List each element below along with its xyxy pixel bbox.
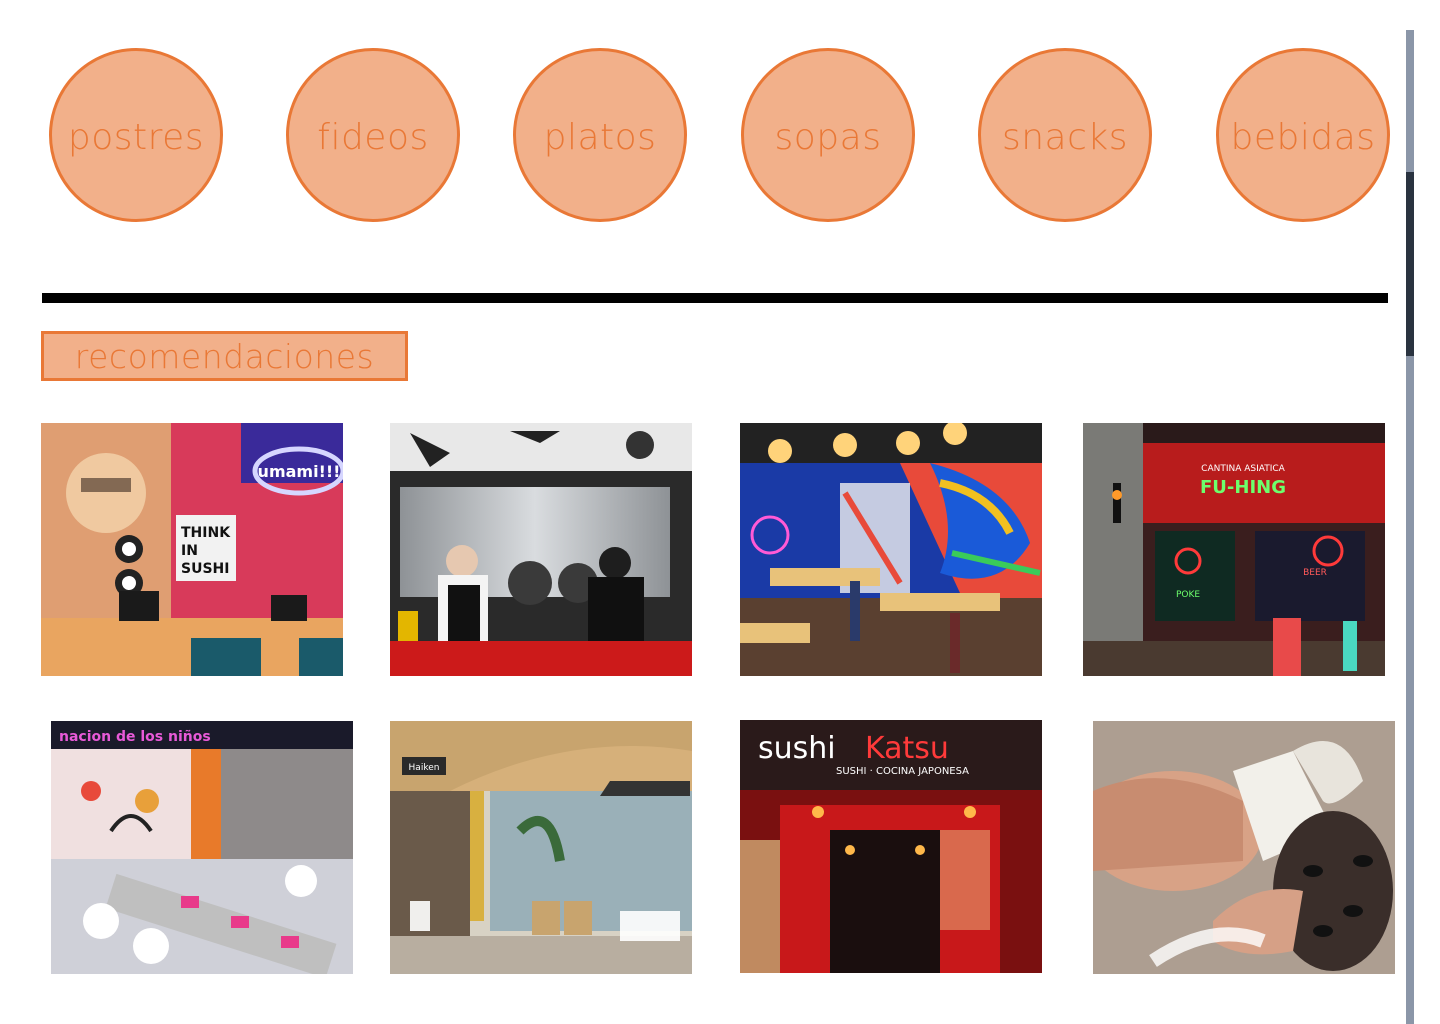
- open-kitchen-chefs-photo[interactable]: [390, 423, 692, 676]
- recommendations-title: recomendaciones: [74, 336, 375, 376]
- category-fideos-button[interactable]: fideos: [286, 48, 460, 222]
- umami-sushi-mural-photo[interactable]: umami!!! THINK IN SUSHI: [41, 423, 343, 676]
- page: postres fideos platos sopas snacks bebid…: [0, 0, 1440, 1024]
- category-bebidas-button[interactable]: bebidas: [1216, 48, 1390, 222]
- category-snacks-button[interactable]: snacks: [978, 48, 1152, 222]
- ice-cream-cone-photo[interactable]: [1093, 721, 1395, 974]
- svg-text:FU-HING: FU-HING: [1200, 477, 1286, 498]
- sushi-katsu-storefront-photo[interactable]: sushi Katsu SUSHI · COCINA JAPONESA: [740, 720, 1042, 973]
- umami-sushi-mural-image: umami!!! THINK IN SUSHI: [41, 423, 343, 676]
- nacion-de-los-ninos-dining-photo[interactable]: nacion de los niños: [51, 721, 353, 974]
- category-label: platos: [543, 116, 657, 158]
- svg-text:POKE: POKE: [1176, 590, 1200, 600]
- svg-text:CANTINA ASIATICA: CANTINA ASIATICA: [1201, 464, 1285, 474]
- svg-text:Haiken: Haiken: [409, 763, 440, 773]
- recommendations-heading: recomendaciones: [41, 331, 408, 381]
- haiken-restaurant-patio-image: Haiken: [390, 721, 692, 974]
- svg-text:BEER: BEER: [1303, 568, 1327, 578]
- category-platos-button[interactable]: platos: [513, 48, 687, 222]
- svg-text:SUSHI · COCINA JAPONESA: SUSHI · COCINA JAPONESA: [836, 766, 969, 777]
- category-sopas-button[interactable]: sopas: [741, 48, 915, 222]
- sushi-katsu-storefront-image: sushi Katsu SUSHI · COCINA JAPONESA: [740, 720, 1042, 973]
- scrollbar-thumb[interactable]: [1406, 172, 1414, 356]
- fu-hing-cantina-storefront-photo[interactable]: CANTINA ASIATICA FU-HING POKE BEER: [1083, 423, 1385, 676]
- svg-text:nacion de los niños: nacion de los niños: [59, 729, 211, 745]
- svg-text:umami!!!: umami!!!: [258, 462, 341, 481]
- svg-text:sushi: sushi: [758, 731, 836, 766]
- category-label: postres: [67, 116, 205, 158]
- haiken-restaurant-patio-photo[interactable]: Haiken: [390, 721, 692, 974]
- category-label: bebidas: [1230, 116, 1376, 158]
- section-divider: [42, 293, 1388, 303]
- category-label: snacks: [1001, 116, 1129, 158]
- category-label: sopas: [774, 116, 882, 158]
- open-kitchen-chefs-image: [390, 423, 692, 676]
- fu-hing-cantina-storefront-image: CANTINA ASIATICA FU-HING POKE BEER: [1083, 423, 1385, 676]
- svg-text:IN: IN: [181, 543, 198, 559]
- ice-cream-cone-image: [1093, 721, 1395, 974]
- category-label: fideos: [317, 116, 429, 158]
- svg-text:THINK: THINK: [181, 525, 231, 541]
- category-postres-button[interactable]: postres: [49, 48, 223, 222]
- dragon-mural-dining-room-photo[interactable]: [740, 423, 1042, 676]
- svg-text:Katsu: Katsu: [865, 731, 949, 766]
- svg-text:SUSHI: SUSHI: [181, 561, 229, 577]
- dragon-mural-dining-room-image: [740, 423, 1042, 676]
- nacion-de-los-ninos-dining-image: nacion de los niños: [51, 721, 353, 974]
